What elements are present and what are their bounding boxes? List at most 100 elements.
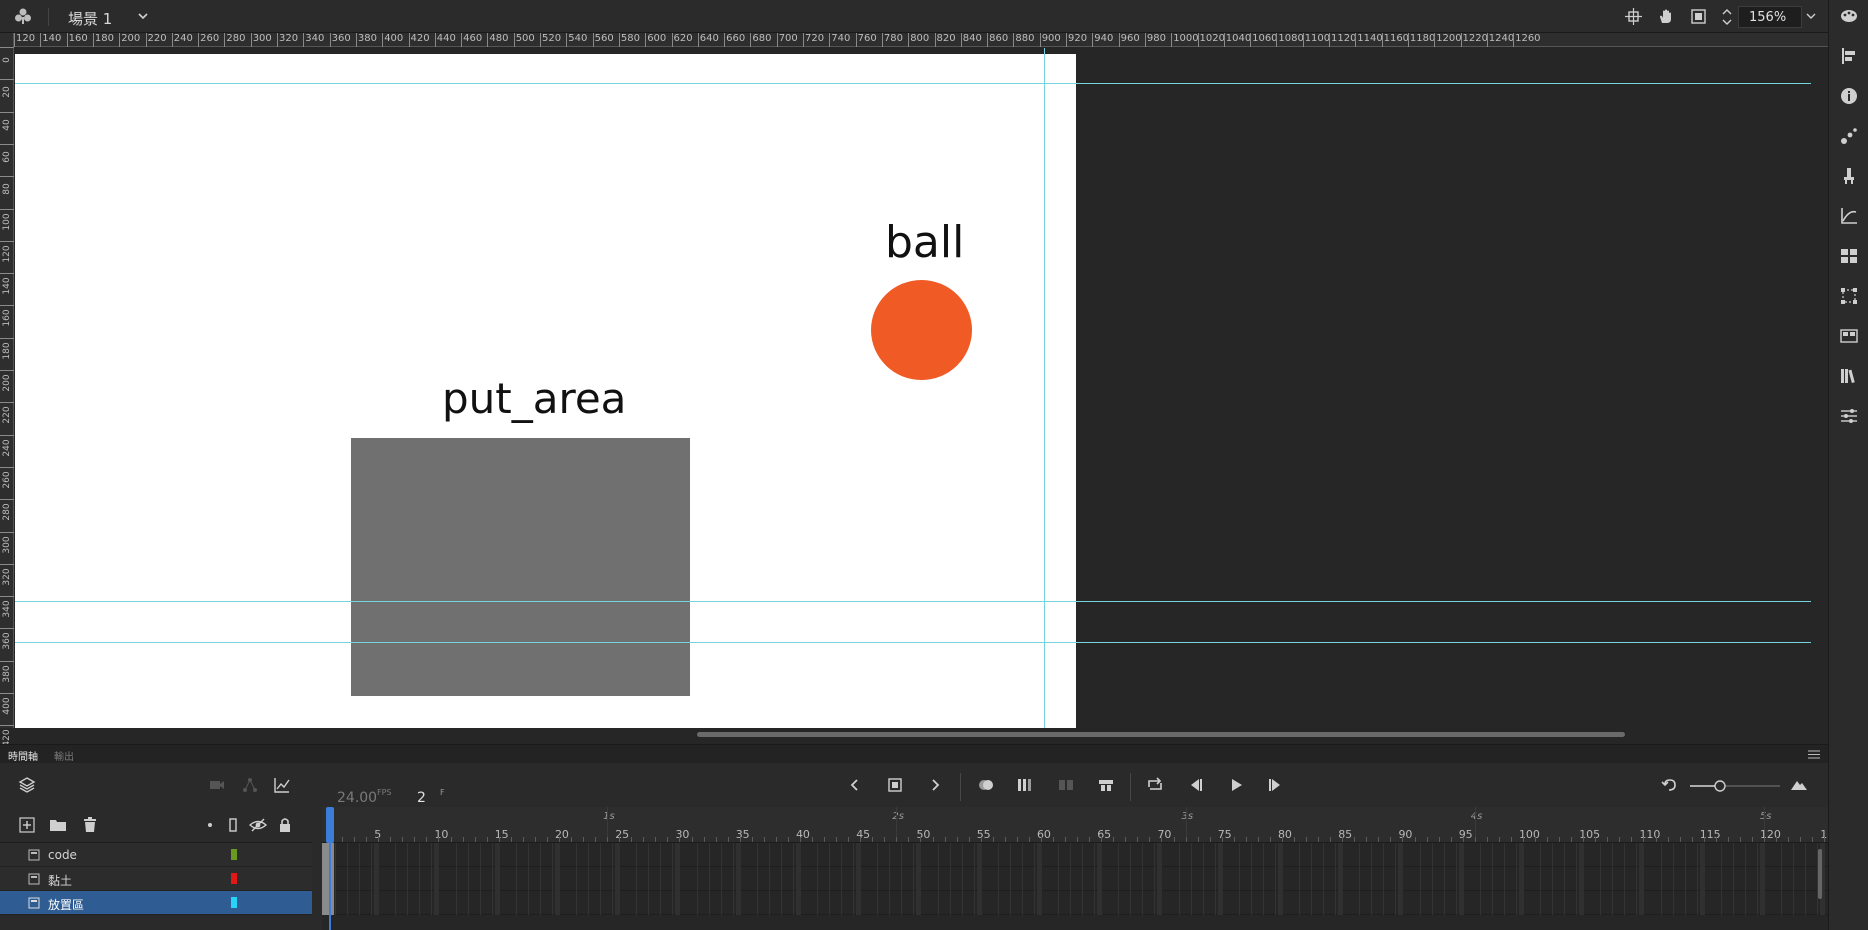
next-keyframe-icon[interactable] (926, 776, 944, 794)
lock-icon[interactable] (276, 816, 294, 834)
frame-cell[interactable] (1805, 843, 1807, 867)
frame-cell[interactable] (491, 867, 493, 891)
frame-cell[interactable] (1455, 867, 1457, 891)
frame-cell[interactable] (901, 843, 903, 867)
hand-icon[interactable] (1657, 8, 1674, 25)
frame-cell[interactable] (1552, 867, 1554, 891)
frame-cell[interactable] (1094, 843, 1096, 867)
frame-cell[interactable] (1756, 843, 1758, 867)
frame-cell[interactable] (407, 891, 409, 915)
frame-cell[interactable] (1576, 891, 1578, 915)
frame-cell[interactable] (1070, 891, 1072, 915)
frame-cell[interactable] (997, 891, 999, 915)
frame-cell[interactable] (1699, 867, 1705, 891)
frame-cell[interactable] (1323, 867, 1325, 891)
frame-cell[interactable] (1503, 843, 1505, 867)
frame-cell[interactable] (1238, 891, 1240, 915)
layer-color-swatch[interactable] (231, 849, 237, 860)
frame-cell[interactable] (1639, 891, 1645, 915)
frame-cell[interactable] (1479, 891, 1481, 915)
frame-cell[interactable] (877, 843, 879, 867)
frame-cell[interactable] (1311, 867, 1313, 891)
frame-cell[interactable] (795, 891, 801, 915)
frame-cell[interactable] (347, 843, 349, 867)
frame-cell[interactable] (395, 843, 397, 867)
frame-cell[interactable] (889, 843, 891, 867)
frame-cell[interactable] (1579, 843, 1585, 867)
frame-cell[interactable] (576, 891, 577, 915)
frame-cell[interactable] (976, 843, 982, 867)
frame-cell[interactable] (1398, 867, 1404, 891)
frame-cell[interactable] (467, 843, 469, 867)
frame-cell[interactable] (1419, 891, 1421, 915)
frame-cell[interactable] (1600, 867, 1602, 891)
frame-cell[interactable] (1118, 843, 1120, 867)
tab-output[interactable]: 輸出 (54, 748, 74, 763)
frame-cell[interactable] (1491, 843, 1493, 867)
frame-cell[interactable] (696, 843, 698, 867)
frame-cell[interactable] (817, 867, 818, 891)
frame-cell[interactable] (1178, 867, 1180, 891)
frame-cell[interactable] (1564, 891, 1566, 915)
frame-cell[interactable] (1744, 891, 1746, 915)
frame-cell[interactable] (1299, 843, 1300, 867)
frame-cell[interactable] (1217, 867, 1223, 891)
frame-cell[interactable] (853, 867, 855, 891)
frame-cell[interactable] (1564, 843, 1566, 867)
frame-cell[interactable] (431, 891, 433, 915)
frame-row[interactable] (322, 867, 1828, 891)
frame-cell[interactable] (1419, 867, 1421, 891)
frame-cell[interactable] (961, 891, 963, 915)
frame-cell[interactable] (997, 867, 999, 891)
frame-cell[interactable] (1672, 891, 1674, 915)
frame-cell[interactable] (937, 843, 939, 867)
camera-icon[interactable] (208, 776, 226, 794)
frame-cell[interactable] (588, 867, 590, 891)
frame-cell[interactable] (1431, 843, 1433, 867)
frame-cell[interactable] (720, 867, 722, 891)
frame-cell[interactable] (1660, 867, 1662, 891)
frame-cell[interactable] (937, 867, 939, 891)
frame-cell[interactable] (1720, 867, 1722, 891)
frame-cell[interactable] (1756, 891, 1758, 915)
frame-cell[interactable] (937, 891, 939, 915)
frame-cell[interactable] (732, 867, 734, 891)
frame-cell[interactable] (1398, 891, 1404, 915)
frame-cell[interactable] (1190, 867, 1192, 891)
frame-cell[interactable] (1058, 843, 1059, 867)
frame-cell[interactable] (434, 843, 440, 867)
frame-cell[interactable] (539, 843, 541, 867)
frame-cell[interactable] (1335, 891, 1337, 915)
transform-icon[interactable] (1839, 286, 1859, 306)
frame-cell[interactable] (551, 891, 553, 915)
step-forward-icon[interactable] (1266, 776, 1284, 794)
frame-cell[interactable] (1311, 843, 1313, 867)
frame-cell[interactable] (479, 891, 481, 915)
frame-cell[interactable] (1036, 843, 1042, 867)
frame-cell[interactable] (1398, 843, 1404, 867)
frame-cell[interactable] (829, 867, 831, 891)
frame-cell[interactable] (395, 891, 397, 915)
frame-cell[interactable] (780, 867, 782, 891)
frame-cell[interactable] (1130, 843, 1132, 867)
frame-cell[interactable] (817, 891, 818, 915)
frame-cell[interactable] (660, 843, 662, 867)
frame-cell[interactable] (1540, 843, 1541, 867)
frame-cell[interactable] (829, 891, 831, 915)
layer-color-swatch[interactable] (231, 873, 237, 884)
vertical-ruler[interactable]: 0 20 40 60 80 100 120 140 160 180 200 220 240 260 280 3… (0, 33, 14, 747)
put-area-object[interactable] (351, 438, 690, 696)
frame-cell[interactable] (335, 843, 336, 867)
frame-cell[interactable] (576, 843, 577, 867)
frame-cell[interactable] (374, 843, 380, 867)
frame-cell[interactable] (1118, 891, 1120, 915)
frame-cell[interactable] (853, 891, 855, 915)
frame-cell[interactable] (1070, 867, 1072, 891)
trash-icon[interactable] (81, 816, 99, 834)
frame-cell[interactable] (708, 867, 710, 891)
insert-keyframe-icon[interactable] (886, 776, 904, 794)
frame-cell[interactable] (792, 867, 794, 891)
frame-cell[interactable] (829, 843, 831, 867)
outline-icon[interactable] (224, 816, 242, 834)
frame-cell[interactable] (856, 867, 862, 891)
